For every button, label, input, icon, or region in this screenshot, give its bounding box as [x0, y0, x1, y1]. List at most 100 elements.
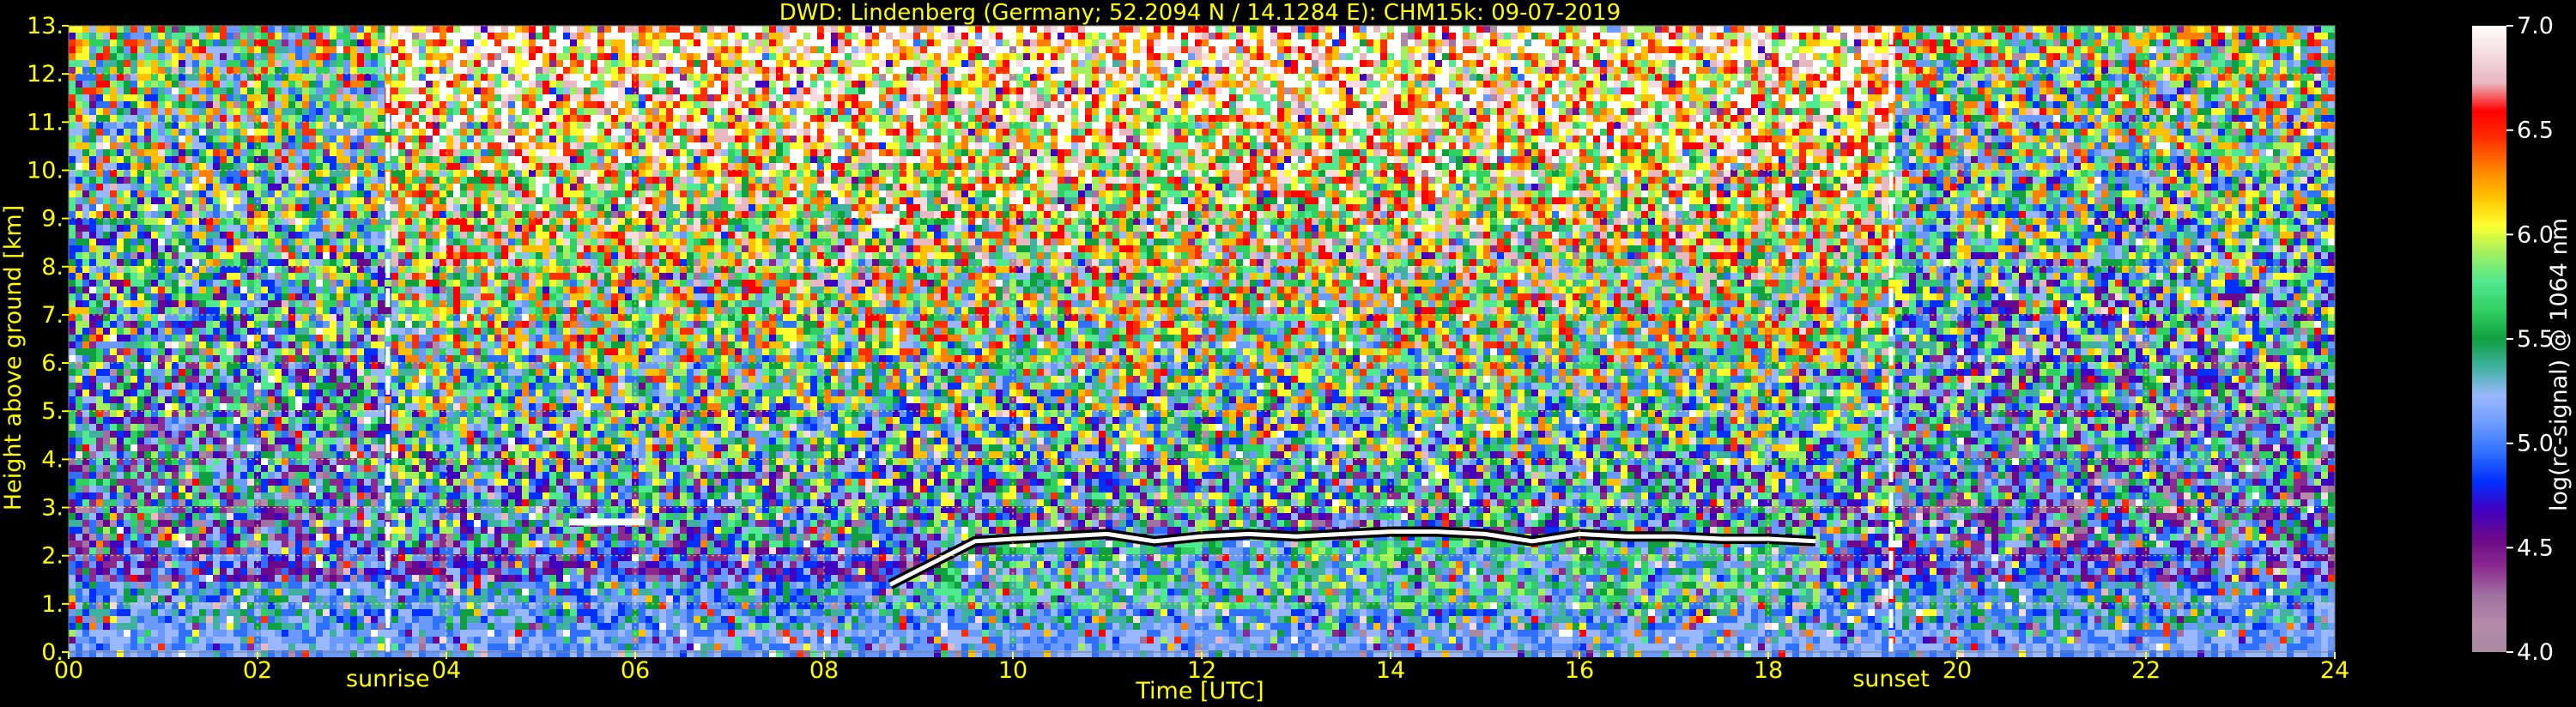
field-cell [536, 26, 542, 33]
field-cell [1971, 26, 1978, 33]
field-cell [1490, 39, 1497, 46]
field-cell [2328, 33, 2335, 39]
field-cell [2307, 101, 2314, 108]
field-cell [1428, 101, 1435, 108]
field-cell [2321, 26, 2328, 33]
field-cell [687, 122, 694, 129]
field-cell [371, 53, 378, 60]
field-cell [1827, 53, 1834, 60]
field-cell [1284, 115, 1291, 122]
field-cell [769, 60, 776, 67]
field-cell [1119, 122, 1126, 129]
field-cell [1703, 26, 1710, 33]
field-cell [1373, 53, 1380, 60]
field-cell [2115, 122, 2122, 129]
field-cell [762, 67, 769, 74]
field-cell [357, 88, 364, 94]
field-cell [797, 115, 803, 122]
field-cell [1840, 33, 1847, 39]
field-cell [941, 26, 948, 33]
field-cell [1614, 39, 1621, 46]
field-cell [467, 26, 474, 33]
field-cell [2300, 53, 2307, 60]
field-cell [336, 108, 343, 115]
field-cell [336, 39, 343, 46]
field-cell [1373, 81, 1380, 88]
field-cell [1710, 81, 1717, 88]
field-cell [1717, 26, 1724, 33]
field-cell [227, 108, 233, 115]
field-cell [1023, 60, 1030, 67]
field-cell [357, 115, 364, 122]
field-cell [1394, 33, 1401, 39]
field-cell [838, 67, 845, 74]
field-cell [1662, 26, 1669, 33]
field-cell [378, 81, 385, 88]
field-cell [1779, 67, 1785, 74]
field-cell [508, 94, 515, 101]
field-cell [1717, 53, 1724, 60]
field-cell [961, 26, 968, 33]
field-cell [2122, 26, 2129, 33]
field-cell [1380, 60, 1387, 67]
field-cell [1806, 122, 1813, 129]
field-cell [1257, 53, 1264, 60]
field-cell [1312, 108, 1318, 115]
field-cell [1071, 67, 1078, 74]
field-cell [130, 26, 137, 33]
field-cell [1106, 122, 1112, 129]
field-cell [2129, 108, 2136, 115]
field-cell [227, 53, 233, 60]
field-cell [1339, 101, 1346, 108]
field-cell [357, 122, 364, 129]
field-cell [886, 60, 893, 67]
field-cell [1943, 26, 1950, 33]
field-cell [2019, 67, 2026, 74]
field-cell [721, 74, 728, 81]
field-cell [1724, 122, 1730, 129]
field-cell [1456, 108, 1463, 115]
field-cell [1257, 88, 1264, 94]
field-cell [247, 46, 254, 53]
field-cell [439, 81, 446, 88]
field-cell [2300, 108, 2307, 115]
field-cell [858, 108, 865, 115]
field-cell [1978, 81, 1985, 88]
field-cell [1339, 81, 1346, 88]
field-cell [1257, 101, 1264, 108]
field-cell [2204, 88, 2211, 94]
field-cell [618, 122, 625, 129]
field-cell [721, 26, 728, 33]
field-cell [1257, 122, 1264, 129]
field-cell [2074, 67, 2081, 74]
field-cell [1064, 74, 1071, 81]
field-cell [172, 94, 179, 101]
field-cell [1353, 26, 1360, 33]
field-cell [646, 60, 652, 67]
field-cell [1119, 67, 1126, 74]
field-cell [446, 33, 453, 39]
field-cell [906, 88, 913, 94]
field-cell [1428, 74, 1435, 81]
field-cell [1991, 101, 1998, 108]
field-cell [494, 67, 501, 74]
field-cell [488, 53, 494, 60]
field-cell [1579, 101, 1586, 108]
field-cell [824, 33, 831, 39]
field-cell [1518, 94, 1524, 101]
field-cell [1834, 33, 1840, 39]
field-cell [913, 115, 920, 122]
field-cell [1325, 60, 1332, 67]
field-cell [2266, 108, 2273, 115]
field-cell [2094, 26, 2101, 33]
field-cell [391, 88, 398, 94]
field-cell [2033, 115, 2040, 122]
field-cell [130, 53, 137, 60]
field-cell [2074, 39, 2081, 46]
field-cell [515, 26, 522, 33]
field-cell [481, 26, 488, 33]
field-cell [2101, 101, 2108, 108]
field-cell [1360, 39, 1367, 46]
field-cell [1099, 88, 1106, 94]
field-cell [350, 122, 357, 129]
